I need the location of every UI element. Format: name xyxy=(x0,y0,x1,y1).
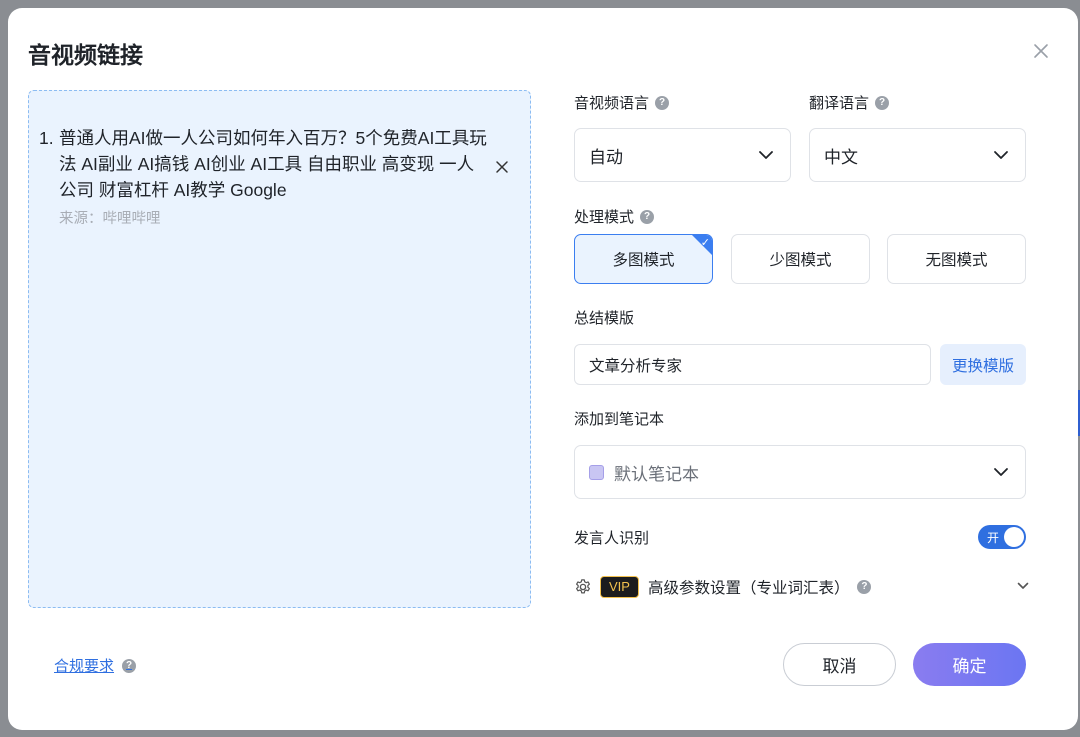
help-icon[interactable]: ? xyxy=(875,95,890,110)
translate-language-label: 翻译语言 ? xyxy=(809,92,890,113)
mode-option-no-image[interactable]: 无图模式 xyxy=(887,234,1026,284)
link-item-text: 普通人用AI做一人公司如何年入百万？5个免费AI工具玩法 AI副业 AI搞钱 A… xyxy=(59,128,487,200)
link-item-source: 来源：哔哩哔哩 xyxy=(59,211,161,227)
translate-language-select[interactable]: 中文 xyxy=(809,128,1026,182)
change-template-button[interactable]: 更换模版 xyxy=(940,344,1026,385)
audio-video-link-dialog: 音视频链接 1. 普通人用AI做一人公司如何年入百万？5个免费AI工具玩法 AI… xyxy=(8,8,1078,730)
speaker-recognition-label: 发言人识别 xyxy=(574,530,650,547)
checkmark-icon: ✓ xyxy=(700,237,710,249)
link-list-panel: 1. 普通人用AI做一人公司如何年入百万？5个免费AI工具玩法 AI副业 AI搞… xyxy=(28,90,531,608)
chevron-down-icon xyxy=(1017,582,1029,589)
link-item-number: 1. xyxy=(39,128,54,148)
audio-language-select[interactable]: 自动 xyxy=(574,128,791,182)
compliance-link[interactable]: 合规要求 ? xyxy=(54,655,137,676)
mode-option-multi-image[interactable]: 多图模式 ✓ xyxy=(574,234,713,284)
link-item-title: 1. 普通人用AI做一人公司如何年入百万？5个免费AI工具玩法 AI副业 AI搞… xyxy=(39,125,489,203)
speaker-recognition-toggle[interactable]: 开 xyxy=(978,525,1026,549)
close-icon[interactable] xyxy=(1030,40,1052,62)
chevron-down-icon xyxy=(994,468,1008,476)
dialog-title: 音视频链接 xyxy=(28,42,143,68)
notebook-select[interactable]: 默认笔记本 xyxy=(574,445,1026,499)
advanced-settings-row[interactable]: VIP 高级参数设置（专业词汇表） ? xyxy=(574,574,1029,600)
help-icon[interactable]: ? xyxy=(655,95,670,110)
audio-language-label: 音视频语言 ? xyxy=(574,92,670,113)
summary-template-field[interactable]: 文章分析专家 xyxy=(574,344,931,385)
confirm-button[interactable]: 确定 xyxy=(913,643,1026,686)
advanced-settings-label: 高级参数设置（专业词汇表） xyxy=(647,580,850,597)
vip-badge: VIP xyxy=(600,576,639,598)
notebook-icon xyxy=(589,464,604,480)
help-icon[interactable]: ? xyxy=(122,658,137,673)
help-icon[interactable]: ? xyxy=(640,209,655,224)
mode-option-few-image[interactable]: 少图模式 xyxy=(731,234,870,284)
notebook-label: 添加到笔记本 xyxy=(574,411,665,428)
gear-icon xyxy=(576,579,590,594)
chevron-down-icon xyxy=(759,151,773,159)
summary-template-label: 总结模版 xyxy=(574,310,635,327)
toggle-knob xyxy=(1004,527,1024,547)
chevron-down-icon xyxy=(994,151,1008,159)
help-icon[interactable]: ? xyxy=(857,580,872,594)
cancel-button[interactable]: 取消 xyxy=(783,643,896,686)
remove-link-icon[interactable] xyxy=(494,159,510,175)
process-mode-label: 处理模式 ? xyxy=(574,206,655,227)
